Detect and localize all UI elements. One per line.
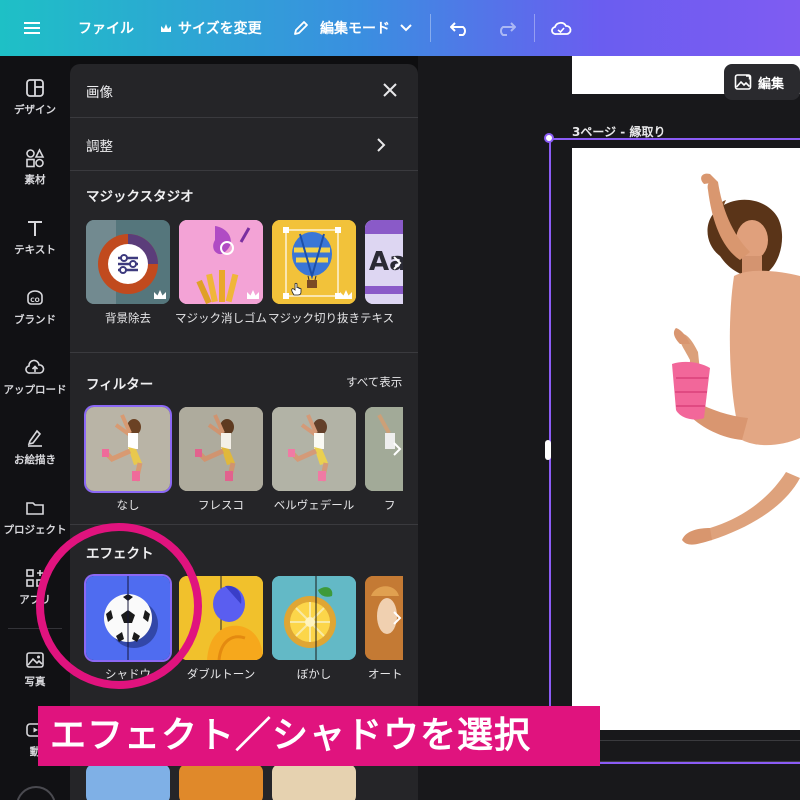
scroll-right-icon[interactable] — [392, 256, 402, 270]
sidebar-item-elements[interactable]: 素材 — [0, 148, 70, 187]
filter-fresco-thumb[interactable] — [179, 407, 263, 491]
effect-next-row-thumb[interactable] — [272, 764, 356, 800]
section-title-magic-studio: マジックスタジオ — [86, 189, 194, 205]
effect-blur-thumb[interactable] — [272, 576, 356, 660]
crown-icon — [247, 290, 259, 299]
resize-label: サイズを変更 — [178, 21, 262, 37]
crown-icon — [154, 290, 166, 299]
magic-grab-thumb[interactable] — [272, 220, 356, 304]
resize-handle[interactable] — [545, 440, 551, 460]
section-title-filter: フィルター — [86, 377, 154, 393]
folder-icon — [26, 502, 44, 515]
scroll-right-icon[interactable] — [392, 442, 402, 456]
svg-text:CO: CO — [30, 297, 40, 304]
sidebar-item-label: アップロード — [3, 384, 67, 396]
divider — [70, 170, 418, 171]
thumb-caption: オート — [368, 667, 403, 681]
magic-eraser-thumb[interactable] — [179, 220, 263, 304]
top-toolbar: ファイル サイズを変更 編集モード — [0, 0, 800, 56]
cloud-check-icon[interactable] — [550, 0, 572, 56]
magic-bg-remove-thumb[interactable] — [86, 220, 170, 304]
thumb-caption: マジック消しゴム — [175, 311, 267, 325]
image-edit-icon — [734, 74, 752, 90]
hamburger-icon[interactable] — [24, 0, 40, 56]
sidebar-item-label: お絵描き — [14, 454, 56, 466]
hand-cursor-icon — [291, 282, 302, 296]
adjust-label: 調整 — [86, 139, 113, 155]
image-edit-panel: 画像 調整 マジックスタジオ 背景除去 マジック消しゴム マジック切り抜き Aa… — [70, 64, 418, 800]
effect-next-row-thumb[interactable] — [179, 764, 263, 800]
redo-icon[interactable] — [496, 0, 516, 56]
thumb-caption: なし — [116, 498, 140, 512]
thumb-caption: 背景除去 — [105, 311, 151, 325]
toolbar-divider — [534, 14, 535, 42]
see-all-link[interactable]: すべて表示 — [346, 374, 402, 390]
thumb-caption: テキス — [360, 311, 395, 325]
instruction-banner: エフェクト／シャドウを選択 — [38, 706, 600, 766]
resize-handle[interactable] — [544, 133, 554, 143]
pencil-icon — [294, 21, 308, 35]
design-icon — [26, 79, 44, 97]
photo-icon — [26, 652, 44, 668]
sidebar-item-design[interactable]: デザイン — [0, 78, 70, 117]
left-sidebar: デザイン 素材 テキスト CO ブランド アップロード お絵描き プロジェクト … — [0, 56, 70, 800]
sidebar-item-label: 写真 — [24, 676, 46, 688]
thumb-caption: ぼかし — [296, 667, 332, 681]
file-menu-button[interactable]: ファイル — [78, 0, 134, 56]
page-selection-frame — [549, 138, 800, 764]
effect-next-row-thumb[interactable] — [86, 764, 170, 800]
sidebar-item-upload[interactable]: アップロード — [0, 358, 70, 397]
file-menu-label: ファイル — [78, 21, 134, 37]
filter-none-thumb[interactable] — [86, 407, 170, 491]
sidebar-item-brand[interactable]: CO ブランド — [0, 288, 70, 327]
sidebar-item-label: プロジェクト — [3, 524, 67, 536]
adjust-row[interactable]: 調整 — [70, 118, 418, 170]
thumb-caption: ベルヴェデール — [273, 498, 355, 512]
chevron-right-icon — [377, 138, 386, 152]
sidebar-item-label: ブランド — [14, 314, 56, 326]
brand-icon: CO — [27, 290, 43, 305]
thumb-caption: フ — [384, 498, 396, 512]
text-icon — [28, 221, 42, 236]
sidebar-item-draw[interactable]: お絵描き — [0, 428, 70, 467]
toolbar-divider — [430, 14, 431, 42]
thumb-caption: ダブルトーン — [186, 667, 256, 681]
sidebar-item-projects[interactable]: プロジェクト — [0, 498, 70, 537]
edit-image-button[interactable]: 編集 — [724, 64, 800, 100]
undo-icon[interactable] — [450, 0, 470, 56]
sidebar-item-label: テキスト — [14, 244, 56, 256]
elements-icon — [26, 148, 45, 168]
edit-mode-button[interactable]: 編集モード — [292, 0, 412, 56]
edit-mode-label: 編集モード — [320, 21, 390, 37]
highlight-ring — [36, 523, 202, 689]
crown-icon — [161, 23, 171, 32]
resize-button[interactable]: サイズを変更 — [160, 0, 262, 56]
sidebar-item-label: デザイン — [14, 104, 56, 116]
draw-icon — [27, 429, 42, 447]
divider — [70, 352, 418, 353]
scroll-right-icon[interactable] — [392, 611, 402, 625]
upload-icon — [25, 359, 45, 374]
page-footer — [572, 740, 800, 762]
chevron-down-icon — [400, 24, 412, 32]
thumb-caption: フレスコ — [198, 498, 244, 512]
sidebar-item-text[interactable]: テキスト — [0, 218, 70, 257]
close-icon[interactable] — [382, 82, 398, 102]
filter-belvedere-thumb[interactable] — [272, 407, 356, 491]
thumb-caption: マジック切り抜き — [268, 311, 360, 325]
sidebar-item-label: 素材 — [24, 174, 46, 186]
crown-icon — [340, 290, 352, 299]
panel-title: 画像 — [86, 85, 113, 101]
edit-label: 編集 — [758, 76, 785, 92]
